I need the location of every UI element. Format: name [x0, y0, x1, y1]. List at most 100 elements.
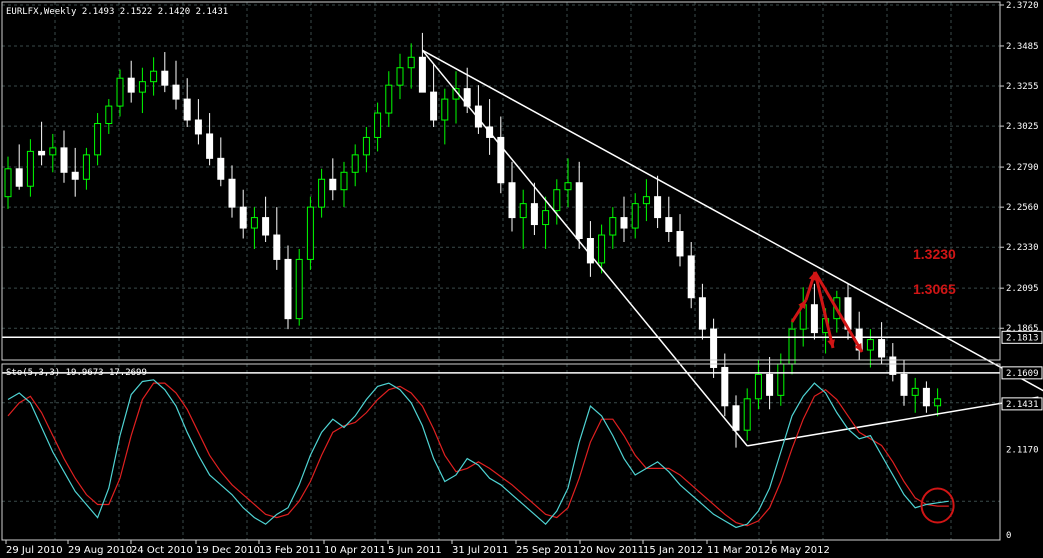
price-tick-label: 2.2560	[1006, 203, 1039, 213]
candle-body	[183, 98, 191, 121]
price-axis: 2.3720 2.3485 2.3255 2.3025 2.2790 2.2560 2.23…	[1000, 1, 1043, 541]
oscillator-frame	[1, 363, 1001, 541]
candle-body	[94, 122, 102, 156]
candle-body	[609, 217, 617, 236]
price-tick-label: 2.3720	[1006, 1, 1039, 11]
candle-body	[508, 182, 516, 219]
candle-body	[642, 196, 650, 205]
candle-body	[172, 84, 180, 100]
candle-body	[239, 206, 247, 229]
candle-body	[318, 178, 326, 208]
candle-body	[306, 206, 314, 260]
level-low-label: 1.3065	[913, 281, 956, 297]
candle-body	[922, 387, 930, 407]
stochastic-lines	[7, 379, 955, 529]
candle-body	[911, 387, 919, 396]
candle-body	[878, 339, 886, 358]
stoch-tick-label: 0	[1006, 531, 1011, 541]
time-tick-label: 20 Nov 2011	[580, 545, 644, 556]
candle-body	[788, 328, 796, 365]
highlight-circle	[920, 487, 955, 524]
price-tick-label: 2.3485	[1006, 42, 1039, 52]
candle-body	[340, 171, 348, 191]
candle-body	[250, 217, 258, 229]
time-tick-label: 13 Feb 2011	[259, 545, 321, 556]
candle-body	[519, 203, 527, 219]
candle-body	[866, 339, 874, 351]
main-header: EURLFX,Weekly 2.1493 2.1522 2.1420 2.143…	[6, 7, 228, 17]
candle-body	[138, 81, 146, 93]
candle-body	[698, 297, 706, 330]
price-label: 2.1431	[1006, 400, 1039, 410]
candle-body	[374, 112, 382, 138]
price-tick-label: 2.2330	[1006, 243, 1039, 253]
projection-arrow	[813, 271, 864, 353]
candle-body	[26, 150, 34, 187]
candle-body	[385, 84, 393, 114]
candle-body	[575, 182, 583, 240]
candle-body	[329, 178, 337, 191]
price-label: 2.1813	[1006, 333, 1039, 343]
candle-body	[777, 363, 785, 396]
trading-chart-window: 2.3720 2.3485 2.3255 2.3025 2.2790 2.2560 2.23…	[0, 0, 1043, 558]
candle-body	[273, 234, 281, 260]
time-axis: 29 Jul 2010 29 Aug 201024 Oct 2010 19 Dec …	[5, 540, 830, 556]
price-tick-label: 2.2095	[1006, 284, 1039, 294]
price-label: 2.1170	[1006, 445, 1039, 455]
candle-body	[116, 77, 124, 107]
candle-body	[127, 77, 135, 93]
candle-body	[418, 56, 426, 93]
chart-canvas: 2.3720 2.3485 2.3255 2.3025 2.2790 2.2560 2.23…	[1, 1, 1043, 556]
candle-body	[710, 328, 718, 368]
candle-body	[631, 203, 639, 229]
candle-body	[284, 258, 292, 320]
candle-body	[743, 398, 751, 431]
candle-body	[262, 217, 270, 236]
candle-body	[665, 217, 673, 233]
candle-body	[105, 105, 113, 124]
candles	[4, 32, 942, 448]
candle-body	[598, 234, 606, 264]
candle-body	[295, 258, 303, 320]
candle-body	[217, 157, 225, 180]
time-tick-label: 15 Jan 2012	[643, 545, 703, 556]
price-tick-label: 2.3255	[1006, 82, 1039, 92]
candle-body	[82, 154, 90, 180]
time-tick-label: 11 Mar 2012	[707, 545, 770, 556]
candle-body	[206, 133, 214, 159]
candle-body	[542, 210, 550, 226]
candle-body	[676, 231, 684, 257]
candle-body	[194, 119, 202, 135]
time-tick-label: 29 Aug 2010	[68, 545, 132, 556]
candle-body	[161, 70, 169, 86]
candle-body	[396, 67, 404, 86]
time-tick-label: 25 Sep 2011	[516, 545, 579, 556]
candle-body	[654, 196, 662, 219]
candle-body	[810, 304, 818, 334]
time-tick-label: 10 Apr 2011	[324, 545, 386, 556]
candle-body	[934, 398, 942, 407]
candle-body	[620, 217, 628, 229]
price-tick-label: 2.3025	[1006, 122, 1039, 132]
level-high-label: 1.3230	[913, 246, 956, 262]
candle-body	[15, 168, 23, 187]
candle-body	[351, 154, 359, 173]
trendline	[421, 49, 748, 447]
candle-body	[407, 56, 415, 69]
stoch-main-line	[7, 379, 949, 529]
candle-body	[362, 136, 370, 156]
candle-body	[71, 171, 79, 180]
time-tick-label: 29 Jul 2010	[6, 545, 63, 556]
candle-body	[441, 98, 449, 121]
oscillator-grid	[2, 364, 1000, 540]
time-tick-label: 19 Dec 2010	[196, 545, 260, 556]
candle-body	[900, 373, 908, 396]
candle-body	[530, 203, 538, 226]
candle-body	[60, 147, 68, 173]
price-tick-label: 2.2790	[1006, 163, 1039, 173]
time-tick-label: 24 Oct 2010	[131, 545, 193, 556]
candle-body	[430, 91, 438, 121]
candle-body	[586, 238, 594, 264]
stoch-signal-line	[7, 382, 949, 527]
candle-body	[4, 168, 12, 198]
